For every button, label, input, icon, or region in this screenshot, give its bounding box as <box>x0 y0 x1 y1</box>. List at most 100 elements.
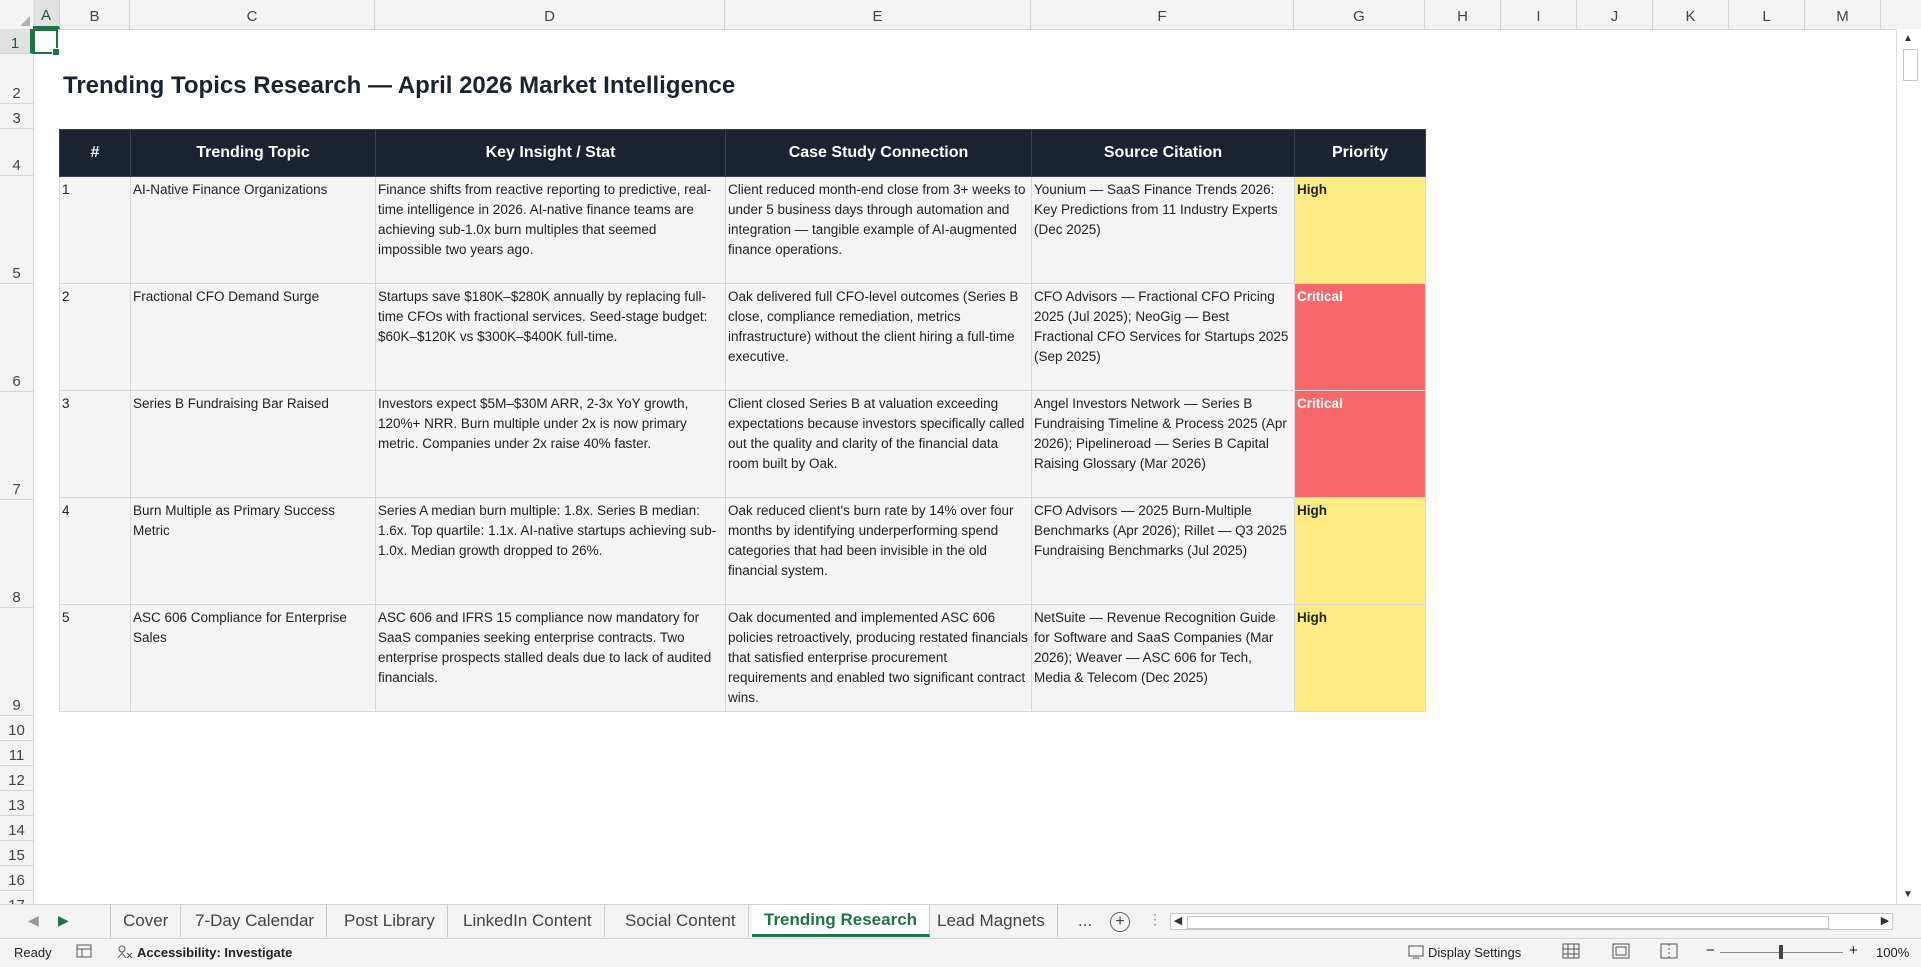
cell-priority[interactable]: High <box>1294 176 1426 284</box>
tab-cover[interactable]: Cover <box>111 905 182 937</box>
cell-num[interactable]: 3 <box>59 390 131 498</box>
cell-num[interactable]: 4 <box>59 497 131 605</box>
cell-source[interactable]: Angel Investors Network — Series B Fundr… <box>1031 390 1295 498</box>
cell-num[interactable]: 2 <box>59 283 131 391</box>
column-header-d[interactable]: D <box>375 0 725 29</box>
zoom-level[interactable]: 100% <box>1876 945 1909 960</box>
cell-source[interactable]: CFO Advisors — Fractional CFO Pricing 20… <box>1031 283 1295 391</box>
column-header-i[interactable]: I <box>1501 0 1577 29</box>
column-header-k[interactable]: K <box>1653 0 1729 29</box>
page-break-view-icon[interactable] <box>1660 943 1678 962</box>
tab-post-library[interactable]: Post Library <box>332 905 448 937</box>
zoom-in-icon[interactable]: + <box>1849 942 1858 959</box>
page-layout-view-icon[interactable] <box>1612 943 1630 962</box>
vertical-scroll-thumb[interactable] <box>1903 49 1918 81</box>
horizontal-scrollbar[interactable]: ◀ ▶ <box>1170 913 1893 930</box>
cell-priority[interactable]: High <box>1294 604 1426 712</box>
row-header-4[interactable]: 4 <box>0 129 33 176</box>
vertical-scrollbar[interactable]: ▲ ▼ <box>1896 29 1921 904</box>
add-sheet-button[interactable]: + <box>1110 912 1130 932</box>
cell-insight[interactable]: Finance shifts from reactive reporting t… <box>375 176 726 284</box>
column-header-j[interactable]: J <box>1577 0 1653 29</box>
row-header-17[interactable]: 17 <box>0 891 33 904</box>
tab-social-content[interactable]: Social Content <box>613 905 749 937</box>
cell-topic[interactable]: Fractional CFO Demand Surge <box>130 283 376 391</box>
display-settings-icon[interactable] <box>1408 944 1426 963</box>
row-header-2[interactable]: 2 <box>0 54 33 104</box>
cell-source[interactable]: CFO Advisors — 2025 Burn-Multiple Benchm… <box>1031 497 1295 605</box>
row-header-5[interactable]: 5 <box>0 176 33 284</box>
column-header-e[interactable]: E <box>725 0 1031 29</box>
cell-priority[interactable]: Critical <box>1294 283 1426 391</box>
prev-sheet-icon[interactable]: ◀ <box>28 912 39 929</box>
cell-case-study[interactable]: Client closed Series B at valuation exce… <box>725 390 1032 498</box>
row-header-6[interactable]: 6 <box>0 284 33 392</box>
tab-7-day-calendar[interactable]: 7-Day Calendar <box>183 905 328 937</box>
cell-insight[interactable]: ASC 606 and IFRS 15 compliance now manda… <box>375 604 726 712</box>
row-header-13[interactable]: 13 <box>0 791 33 816</box>
column-header-m[interactable]: M <box>1805 0 1881 29</box>
scroll-down-icon[interactable]: ▼ <box>1903 889 1913 900</box>
row-header-14[interactable]: 14 <box>0 816 33 841</box>
cell-source[interactable]: Younium — SaaS Finance Trends 2026: Key … <box>1031 176 1295 284</box>
accessibility-icon[interactable] <box>116 944 134 963</box>
accessibility-status[interactable]: Accessibility: Investigate <box>137 945 292 960</box>
select-all-button[interactable] <box>0 0 34 29</box>
cell-topic[interactable]: AI-Native Finance Organizations <box>130 176 376 284</box>
header-priority[interactable]: Priority <box>1294 129 1426 177</box>
next-sheet-icon[interactable]: ▶ <box>58 912 69 929</box>
cell-topic[interactable]: Series B Fundraising Bar Raised <box>130 390 376 498</box>
cell-num[interactable]: 5 <box>59 604 131 712</box>
column-header-a[interactable]: A <box>33 0 60 29</box>
worksheet-grid[interactable]: Trending Topics Research — April 2026 Ma… <box>33 29 1896 904</box>
header-num[interactable]: # <box>59 129 131 177</box>
row-header-1[interactable]: 1 <box>0 29 33 54</box>
cell-insight[interactable]: Series A median burn multiple: 1.8x. Ser… <box>375 497 726 605</box>
cell-case-study[interactable]: Oak reduced client's burn rate by 14% ov… <box>725 497 1032 605</box>
cell-case-study[interactable]: Oak documented and implemented ASC 606 p… <box>725 604 1032 712</box>
cell-case-study[interactable]: Oak delivered full CFO-level outcomes (S… <box>725 283 1032 391</box>
header-source-citation[interactable]: Source Citation <box>1031 129 1295 177</box>
tab-linkedin-content[interactable]: LinkedIn Content <box>451 905 605 937</box>
cell-num[interactable]: 1 <box>59 176 131 284</box>
row-header-8[interactable]: 8 <box>0 500 33 608</box>
cell-source[interactable]: NetSuite — Revenue Recognition Guide for… <box>1031 604 1295 712</box>
cell-topic[interactable]: ASC 606 Compliance for Enterprise Sales <box>130 604 376 712</box>
row-header-10[interactable]: 10 <box>0 716 33 741</box>
zoom-out-icon[interactable]: − <box>1706 942 1715 959</box>
normal-view-icon[interactable] <box>1562 943 1580 962</box>
row-header-3[interactable]: 3 <box>0 104 33 129</box>
tab-lead-magnets[interactable]: Lead Magnets <box>925 905 1058 937</box>
column-header-c[interactable]: C <box>130 0 375 29</box>
cell-case-study[interactable]: Client reduced month-end close from 3+ w… <box>725 176 1032 284</box>
row-header-11[interactable]: 11 <box>0 741 33 766</box>
column-header-h[interactable]: H <box>1425 0 1501 29</box>
scroll-up-icon[interactable]: ▲ <box>1903 33 1913 44</box>
macro-record-icon[interactable] <box>76 944 92 961</box>
column-header-g[interactable]: G <box>1294 0 1425 29</box>
header-case-study[interactable]: Case Study Connection <box>725 129 1032 177</box>
row-header-7[interactable]: 7 <box>0 392 33 500</box>
row-header-16[interactable]: 16 <box>0 866 33 891</box>
cell-priority[interactable]: High <box>1294 497 1426 605</box>
row-header-15[interactable]: 15 <box>0 841 33 866</box>
cell-priority[interactable]: Critical <box>1294 390 1426 498</box>
split-handle-icon[interactable]: ⋮ <box>1148 911 1162 928</box>
tab-trending-research[interactable]: Trending Research <box>752 905 931 937</box>
active-cell-a1[interactable] <box>33 29 60 56</box>
scroll-left-icon[interactable]: ◀ <box>1171 914 1185 929</box>
cell-insight[interactable]: Startups save $180K–$280K annually by re… <box>375 283 726 391</box>
more-sheets-button[interactable]: ... <box>1078 905 1092 937</box>
cell-topic[interactable]: Burn Multiple as Primary Success Metric <box>130 497 376 605</box>
column-header-f[interactable]: F <box>1031 0 1294 29</box>
scroll-right-icon[interactable]: ▶ <box>1878 914 1892 929</box>
column-header-b[interactable]: B <box>60 0 130 29</box>
display-settings-button[interactable]: Display Settings <box>1428 945 1521 960</box>
header-key-insight[interactable]: Key Insight / Stat <box>375 129 726 177</box>
row-header-9[interactable]: 9 <box>0 608 33 716</box>
row-header-12[interactable]: 12 <box>0 766 33 791</box>
column-header-l[interactable]: L <box>1729 0 1805 29</box>
zoom-slider-thumb[interactable] <box>1779 945 1783 959</box>
header-trending-topic[interactable]: Trending Topic <box>130 129 376 177</box>
cell-insight[interactable]: Investors expect $5M–$30M ARR, 2-3x YoY … <box>375 390 726 498</box>
